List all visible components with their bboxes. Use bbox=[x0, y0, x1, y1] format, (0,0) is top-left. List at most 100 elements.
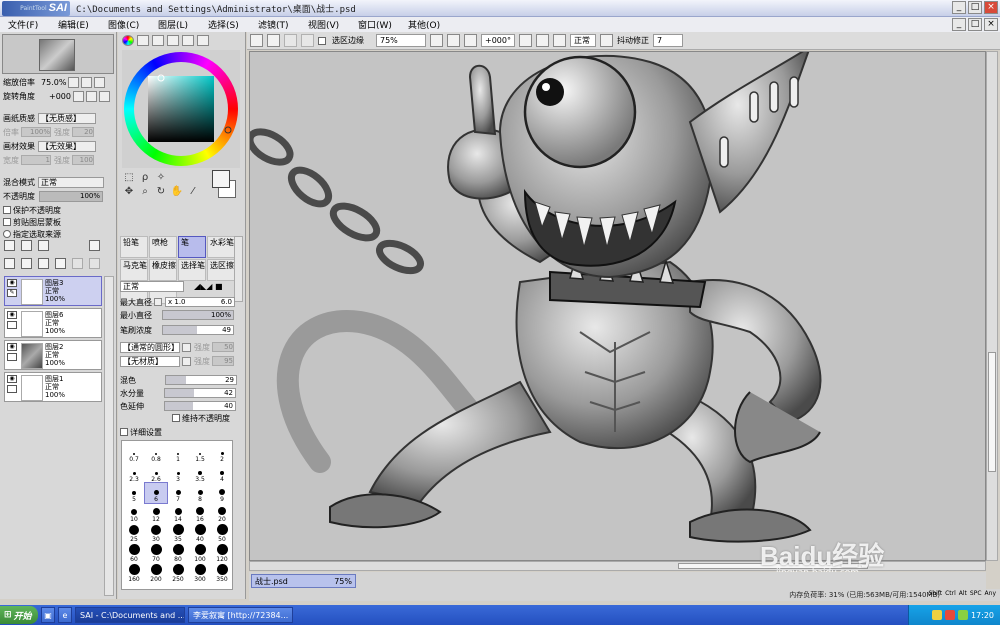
brush-size-cell[interactable]: 200 bbox=[145, 563, 167, 583]
merge-visible-icon[interactable] bbox=[72, 258, 83, 269]
brush-size-cell[interactable]: 60 bbox=[123, 543, 145, 563]
material-effect-select[interactable]: 【无效果】 bbox=[38, 140, 96, 152]
brush-size-cell[interactable]: 8 bbox=[189, 483, 211, 503]
brush-size-cell[interactable]: 3 bbox=[167, 463, 189, 483]
brush-watercolor[interactable]: 水彩笔 bbox=[207, 236, 235, 258]
brush-size-cell[interactable]: 7 bbox=[167, 483, 189, 503]
zoom-reset-icon[interactable] bbox=[94, 76, 106, 88]
taskbar-item-sai[interactable]: SAI - C:\Documents and ... bbox=[75, 607, 185, 623]
opacity-slider[interactable]: 100% bbox=[39, 190, 103, 202]
color-wheel-tab-icon[interactable] bbox=[122, 35, 134, 46]
menu-image[interactable]: 图像(C) bbox=[108, 18, 158, 31]
brush-pencil[interactable]: 铅笔 bbox=[120, 236, 148, 258]
zoom-value[interactable]: 75.0% bbox=[41, 78, 66, 87]
detail-settings-checkbox[interactable] bbox=[120, 428, 128, 436]
zoom-out-icon[interactable] bbox=[68, 76, 80, 88]
menu-edit[interactable]: 编辑(E) bbox=[58, 18, 108, 31]
zoom-in-icon[interactable] bbox=[81, 76, 93, 88]
hsv-slider-tab-icon[interactable] bbox=[152, 35, 164, 46]
layer-row[interactable]: ◉ 图层6 正常 100% bbox=[4, 308, 102, 338]
menu-layer[interactable]: 图层(L) bbox=[158, 18, 208, 31]
brush-size-cell[interactable]: 2.3 bbox=[123, 463, 145, 483]
tray-network-icon[interactable] bbox=[931, 610, 942, 620]
max-size-toggle[interactable] bbox=[154, 298, 162, 306]
brush-size-cell[interactable]: 250 bbox=[167, 563, 189, 583]
brush-eraser[interactable]: 橡皮擦 bbox=[149, 259, 177, 281]
eye-icon[interactable]: ◉ bbox=[7, 343, 17, 351]
menu-select[interactable]: 选择(S) bbox=[208, 18, 258, 31]
menu-view[interactable]: 视图(V) bbox=[308, 18, 358, 31]
max-size-slider[interactable]: x 1.0 6.0 bbox=[165, 297, 235, 307]
navigator-thumbnail[interactable] bbox=[39, 39, 75, 71]
foreground-color-swatch[interactable] bbox=[212, 170, 230, 188]
selection-edge-checkbox[interactable] bbox=[318, 36, 326, 45]
zoom-in-icon[interactable] bbox=[447, 34, 460, 47]
maximize-icon[interactable]: □ bbox=[968, 1, 982, 14]
tray-volume-icon[interactable] bbox=[957, 610, 968, 620]
new-linework-layer-icon[interactable] bbox=[21, 240, 32, 251]
brush-size-cell[interactable]: 5 bbox=[123, 483, 145, 503]
eye-icon[interactable]: ◉ bbox=[7, 279, 17, 287]
brush-size-cell[interactable]: 35 bbox=[167, 523, 189, 543]
menu-other[interactable]: 其他(O) bbox=[408, 18, 458, 31]
brush-size-cell[interactable]: 12 bbox=[145, 503, 167, 523]
brush-size-cell[interactable]: 70 bbox=[145, 543, 167, 563]
zoom-icon[interactable]: ⌕ bbox=[138, 186, 152, 198]
color-wheel[interactable] bbox=[122, 50, 240, 168]
angle-value[interactable]: +000 bbox=[49, 92, 71, 101]
undo-icon[interactable] bbox=[250, 34, 263, 47]
rotate-reset-icon[interactable] bbox=[553, 34, 566, 47]
rotate-right-icon[interactable] bbox=[85, 90, 97, 102]
lock-icon[interactable] bbox=[7, 385, 17, 393]
new-folder-icon[interactable] bbox=[38, 240, 49, 251]
zoom-out-icon[interactable] bbox=[430, 34, 443, 47]
selection-source-radio[interactable] bbox=[3, 230, 11, 238]
start-button[interactable]: ⊞ 开始 bbox=[0, 606, 38, 624]
eye-icon[interactable]: ◉ bbox=[7, 375, 17, 383]
brush-select-pen[interactable]: 选择笔 bbox=[178, 259, 206, 281]
menu-file[interactable]: 文件(F) bbox=[8, 18, 58, 31]
current-colors[interactable] bbox=[212, 170, 242, 200]
brush-scrollbar[interactable] bbox=[234, 236, 243, 302]
rgb-slider-tab-icon[interactable] bbox=[137, 35, 149, 46]
color-wheel-graphic[interactable] bbox=[122, 50, 240, 168]
flatten-icon[interactable] bbox=[89, 258, 100, 269]
magic-wand-icon[interactable]: ✧ bbox=[154, 172, 168, 184]
rect-select-icon[interactable]: ⬚ bbox=[122, 172, 136, 184]
rotate-reset-icon[interactable] bbox=[98, 90, 110, 102]
brush-size-cell[interactable]: 2 bbox=[211, 443, 233, 463]
tray-security-icon[interactable] bbox=[944, 610, 955, 620]
brush-size-cell[interactable]: 6 bbox=[144, 482, 168, 504]
layer-menu-icon[interactable] bbox=[89, 240, 100, 251]
hand-icon[interactable]: ✋ bbox=[170, 186, 184, 198]
brush-size-cell[interactable]: 50 bbox=[211, 523, 233, 543]
clipping-mask-checkbox[interactable] bbox=[3, 218, 11, 226]
doc-close-icon[interactable]: × bbox=[984, 18, 998, 31]
brush-size-cell[interactable]: 25 bbox=[123, 523, 145, 543]
brush-size-cell[interactable]: 1 bbox=[167, 443, 189, 463]
flip-icon[interactable] bbox=[600, 34, 613, 47]
paper-texture-select[interactable]: 【无质感】 bbox=[38, 112, 96, 124]
canvas-angle-select[interactable]: +000° bbox=[481, 34, 515, 47]
canvas-zoom-select[interactable]: 75% bbox=[376, 34, 426, 47]
brush-size-cell[interactable]: 3.5 bbox=[189, 463, 211, 483]
protect-opacity-checkbox[interactable] bbox=[3, 206, 11, 214]
zoom-fit-icon[interactable] bbox=[464, 34, 477, 47]
brush-size-cell[interactable]: 80 bbox=[167, 543, 189, 563]
brush-size-cell[interactable]: 9 bbox=[211, 483, 233, 503]
document-tab[interactable]: 战士.psd 75% bbox=[251, 574, 356, 588]
stabilizer-select[interactable]: 7 bbox=[653, 34, 683, 47]
delete-layer-icon[interactable] bbox=[55, 258, 66, 269]
canvas-vertical-scrollbar[interactable] bbox=[986, 51, 998, 561]
brush-size-cell[interactable]: 120 bbox=[211, 543, 233, 563]
quick-launch-desktop-icon[interactable]: ▣ bbox=[41, 607, 55, 623]
close-icon[interactable]: × bbox=[984, 1, 998, 14]
brush-marker[interactable]: 马克笔 bbox=[120, 259, 148, 281]
brush-airbrush[interactable]: 喷枪 bbox=[149, 236, 177, 258]
keep-opacity-checkbox[interactable] bbox=[172, 414, 180, 422]
brush-size-cell[interactable]: 20 bbox=[211, 503, 233, 523]
menu-filter[interactable]: 滤镜(T) bbox=[258, 18, 308, 31]
brush-shape-select[interactable]: 【通常的圆形】 bbox=[120, 341, 180, 353]
layer-list-scrollbar[interactable] bbox=[104, 276, 114, 596]
stretch-slider[interactable]: 40 bbox=[164, 401, 236, 411]
